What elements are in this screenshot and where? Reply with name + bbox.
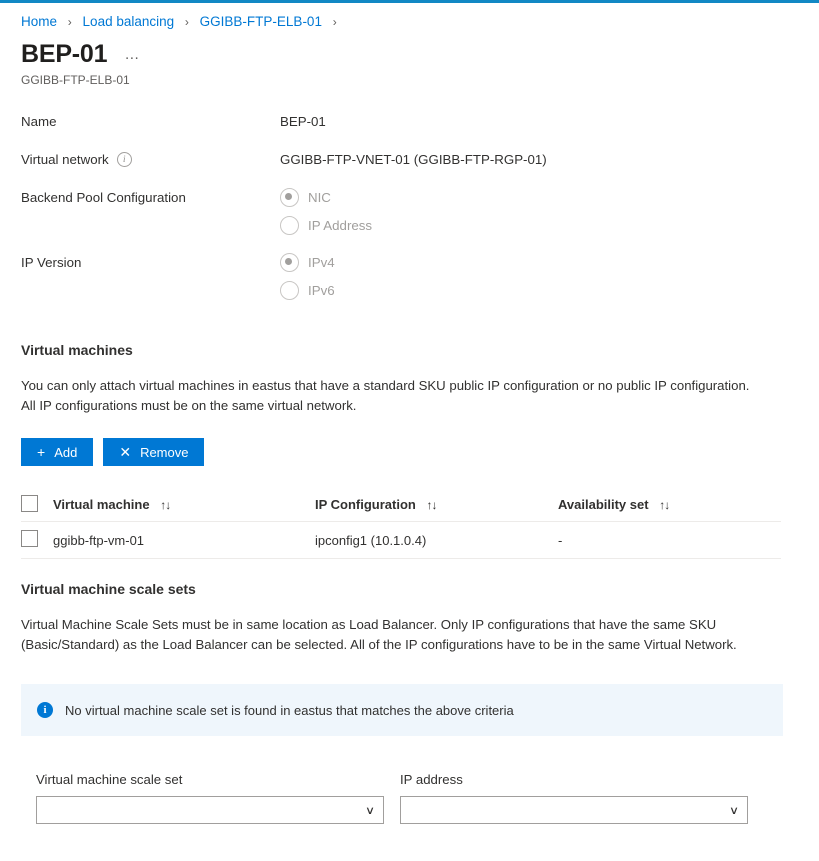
radio-option-label: NIC: [308, 190, 331, 205]
breadcrumb-item-ggibb-ftp-elb-01[interactable]: GGIBB-FTP-ELB-01: [200, 14, 322, 29]
scale-set-selection-row: Virtual machine scale set ∨ IP address ∨: [36, 772, 819, 824]
more-options-icon[interactable]: …: [124, 46, 141, 63]
description-line: You can only attach virtual machines in …: [21, 378, 750, 393]
plus-icon: +: [37, 444, 46, 460]
close-icon: ✕: [119, 444, 132, 460]
description-line: All IP configurations must be on the sam…: [21, 398, 357, 413]
radio-option-nic[interactable]: NIC: [280, 188, 372, 207]
property-label-text: IP Version: [21, 255, 82, 270]
column-header-virtual-machine[interactable]: Virtual machine ↑↓: [53, 488, 315, 522]
column-header-label: Virtual machine: [53, 497, 150, 512]
sort-icon[interactable]: ↑↓: [160, 498, 171, 512]
breadcrumb-separator-icon: ›: [184, 15, 189, 29]
add-button-label: Add: [54, 444, 78, 460]
remove-button[interactable]: ✕ Remove: [103, 438, 205, 466]
cell-virtual-machine: ggibb-ftp-vm-01: [53, 521, 315, 559]
property-label: Virtual network i: [21, 150, 280, 169]
property-value-name: BEP-01: [280, 114, 326, 129]
cell-availability-set: -: [558, 521, 781, 559]
description-line: Virtual Machine Scale Sets must be in sa…: [21, 617, 717, 632]
radio-option-ip-address[interactable]: IP Address: [280, 216, 372, 235]
row-select-cell: [21, 521, 53, 559]
property-label-text: Backend Pool Configuration: [21, 190, 186, 205]
radio-option-label: IPv6: [308, 283, 335, 298]
row-checkbox[interactable]: [21, 530, 38, 547]
info-banner: i No virtual machine scale set is found …: [21, 684, 783, 736]
virtual-machine-scale-set-dropdown[interactable]: ∨: [36, 796, 384, 824]
column-header-label: IP Configuration: [315, 497, 416, 512]
breadcrumb-separator-icon: ›: [332, 15, 337, 29]
property-label: IP Version: [21, 253, 280, 272]
section-description-virtual-machines: You can only attach virtual machines in …: [0, 376, 819, 416]
info-icon[interactable]: i: [116, 152, 132, 167]
page-root: Home › Load balancing › GGIBB-FTP-ELB-01…: [0, 3, 819, 824]
property-row-backend-pool-configuration: Backend Pool Configuration NIC IP Addres…: [21, 188, 819, 235]
property-row-name: Name BEP-01: [21, 112, 819, 131]
cell-ip-configuration: ipconfig1 (10.1.0.4): [315, 521, 558, 559]
add-button[interactable]: + Add: [21, 438, 94, 466]
vm-command-bar: + Add ✕ Remove: [0, 438, 819, 466]
radio-option-ipv6[interactable]: IPv6: [280, 281, 335, 300]
property-row-virtual-network: Virtual network i GGIBB-FTP-VNET-01 (GGI…: [21, 150, 819, 169]
breadcrumb-item-load-balancing[interactable]: Load balancing: [83, 14, 175, 29]
radio-unselected-icon[interactable]: [280, 216, 299, 235]
property-label-text: Virtual network: [21, 152, 109, 167]
table-header: Virtual machine ↑↓ IP Configuration ↑↓ A…: [21, 488, 781, 522]
property-label-text: Name: [21, 114, 57, 129]
page-subtitle: GGIBB-FTP-ELB-01: [21, 73, 130, 87]
table-header-row: Virtual machine ↑↓ IP Configuration ↑↓ A…: [21, 488, 781, 522]
page-header: BEP-01 …: [0, 31, 819, 69]
select-all-checkbox[interactable]: [21, 494, 38, 512]
radio-selected-icon[interactable]: [280, 188, 299, 207]
breadcrumb-separator-icon: ›: [67, 15, 72, 29]
breadcrumb-item-home[interactable]: Home: [21, 14, 57, 29]
field-label: Virtual machine scale set: [36, 772, 183, 787]
column-header-ip-configuration[interactable]: IP Configuration ↑↓: [315, 488, 558, 522]
field-virtual-machine-scale-set: Virtual machine scale set ∨: [36, 772, 384, 824]
radio-group-ip-version: IPv4 IPv6: [280, 253, 335, 300]
section-title-scale-sets: Virtual machine scale sets: [21, 581, 196, 597]
property-row-ip-version: IP Version IPv4 IPv6: [21, 253, 819, 300]
column-header-availability-set[interactable]: Availability set ↑↓: [558, 488, 781, 522]
section-description-scale-sets: Virtual Machine Scale Sets must be in sa…: [0, 615, 819, 655]
radio-option-label: IP Address: [308, 218, 373, 233]
radio-unselected-icon[interactable]: [280, 281, 299, 300]
field-label: IP address: [400, 772, 463, 787]
field-ip-address: IP address ∨: [400, 772, 748, 824]
description-line: (Basic/Standard) as the Load Balancer ca…: [21, 637, 737, 652]
radio-selected-icon[interactable]: [280, 253, 299, 272]
radio-option-label: IPv4: [308, 255, 335, 270]
radio-option-ipv4[interactable]: IPv4: [280, 253, 335, 272]
virtual-machines-table: Virtual machine ↑↓ IP Configuration ↑↓ A…: [21, 488, 781, 559]
radio-group-backend-pool-configuration: NIC IP Address: [280, 188, 372, 235]
chevron-down-icon: ∨: [728, 804, 740, 817]
sort-icon[interactable]: ↑↓: [659, 498, 670, 512]
column-header-label: Availability set: [558, 497, 649, 512]
ip-address-dropdown[interactable]: ∨: [400, 796, 748, 824]
remove-button-label: Remove: [140, 444, 189, 460]
chevron-down-icon: ∨: [364, 804, 376, 817]
property-label: Backend Pool Configuration: [21, 188, 280, 207]
property-value-virtual-network: GGIBB-FTP-VNET-01 (GGIBB-FTP-RGP-01): [280, 152, 547, 167]
table-row[interactable]: ggibb-ftp-vm-01 ipconfig1 (10.1.0.4) -: [21, 521, 781, 559]
breadcrumb: Home › Load balancing › GGIBB-FTP-ELB-01…: [0, 3, 819, 31]
page-title: BEP-01: [21, 40, 108, 68]
info-banner-message: No virtual machine scale set is found in…: [65, 702, 514, 718]
sort-icon[interactable]: ↑↓: [427, 498, 438, 512]
property-label: Name: [21, 112, 280, 131]
section-title-virtual-machines: Virtual machines: [21, 342, 133, 358]
info-icon: i: [37, 702, 53, 718]
table-body: ggibb-ftp-vm-01 ipconfig1 (10.1.0.4) -: [21, 521, 781, 559]
properties-grid: Name BEP-01 Virtual network i GGIBB-FTP-…: [0, 112, 819, 300]
select-all-header: [21, 488, 53, 522]
